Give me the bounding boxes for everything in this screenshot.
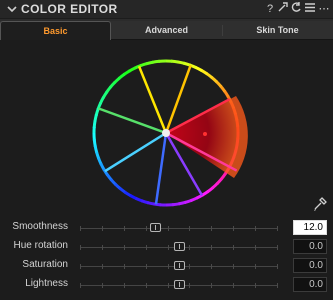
slider-tick (123, 283, 125, 288)
slider-tick (255, 245, 257, 250)
slider-tick (211, 245, 213, 250)
basic-panel: Smoothness 12.0 Hue rotation 0.0 Saturat… (0, 40, 333, 300)
color-wheel[interactable] (0, 40, 333, 215)
slider-tick (189, 245, 191, 250)
slider-tick (167, 283, 169, 288)
selection-point[interactable] (203, 132, 207, 136)
hue-rotation-value-field[interactable]: 0.0 (293, 239, 327, 254)
slider-tick (80, 264, 81, 269)
slider-tick (233, 226, 235, 231)
slider-tick (277, 245, 278, 250)
slider-tick (189, 226, 191, 231)
slider-tick (123, 245, 125, 250)
slider-tick (80, 226, 81, 231)
slider-tick (145, 226, 147, 231)
smoothness-slider[interactable] (80, 226, 278, 231)
slider-tick (255, 283, 257, 288)
slider-tick (277, 226, 278, 231)
slider-tick (211, 226, 213, 231)
tab-bar: Basic Advanced Skin Tone (0, 21, 333, 40)
slider-tick (233, 245, 235, 250)
slider-tick (101, 264, 103, 269)
lightness-label: Lightness (25, 278, 68, 289)
smoothness-label: Smoothness (12, 221, 68, 232)
slider-tick (211, 264, 213, 269)
hue-rotation-label: Hue rotation (13, 240, 68, 251)
smoothness-slider-handle[interactable] (149, 223, 161, 232)
lightness-value-field[interactable]: 0.0 (293, 277, 327, 292)
slider-tick (145, 283, 147, 288)
slider-tick (145, 245, 147, 250)
slider-tick (189, 264, 191, 269)
hue-spoke (137, 65, 168, 134)
lightness-row: Lightness 0.0 (0, 277, 333, 294)
chevron-down-icon[interactable] (6, 3, 18, 15)
slider-tick (80, 283, 81, 288)
saturation-label: Saturation (22, 259, 68, 270)
slider-tick (101, 245, 103, 250)
slider-tick (277, 264, 278, 269)
eyedropper-icon[interactable] (312, 196, 327, 212)
saturation-slider-handle[interactable] (173, 261, 185, 270)
hue-spoke (104, 131, 167, 173)
slider-tick (80, 245, 81, 250)
selected-hue-sector[interactable] (166, 96, 248, 178)
hue-rotation-row: Hue rotation 0.0 (0, 239, 333, 256)
slider-tick (123, 264, 125, 269)
hue-spoke (97, 107, 167, 135)
lightness-slider-handle[interactable] (173, 280, 185, 289)
slider-tick (211, 283, 213, 288)
saturation-row: Saturation 0.0 (0, 258, 333, 275)
menu-icon[interactable] (304, 2, 316, 16)
reset-icon[interactable] (290, 2, 302, 16)
help-icon[interactable]: ? (264, 2, 276, 16)
slider-tick (233, 264, 235, 269)
slider-tick (277, 283, 278, 288)
wheel-center (162, 129, 170, 137)
smoothness-value-field[interactable]: 12.0 (293, 220, 327, 235)
slider-tick (233, 283, 235, 288)
hue-rotation-slider-handle[interactable] (173, 242, 185, 251)
tab-advanced[interactable]: Advanced (111, 21, 222, 39)
tab-basic[interactable]: Basic (0, 21, 111, 40)
slider-tick (189, 283, 191, 288)
slider-tick (255, 226, 257, 231)
panel-header: COLOR EDITOR ? ⋯ (0, 0, 333, 19)
slider-tick (255, 264, 257, 269)
slider-tick (123, 226, 125, 231)
panel-title: COLOR EDITOR (21, 2, 118, 16)
slider-tick (101, 226, 103, 231)
slider-tick (167, 264, 169, 269)
smoothness-row: Smoothness 12.0 (0, 220, 333, 237)
saturation-value-field[interactable]: 0.0 (293, 258, 327, 273)
tab-skin-tone[interactable]: Skin Tone (222, 21, 333, 39)
slider-tick (101, 283, 103, 288)
slider-tick (167, 226, 169, 231)
more-icon[interactable]: ⋯ (318, 2, 330, 16)
auto-adjust-icon[interactable] (277, 2, 289, 16)
hue-spoke (154, 132, 168, 205)
slider-tick (167, 245, 169, 250)
slider-tick (145, 264, 147, 269)
